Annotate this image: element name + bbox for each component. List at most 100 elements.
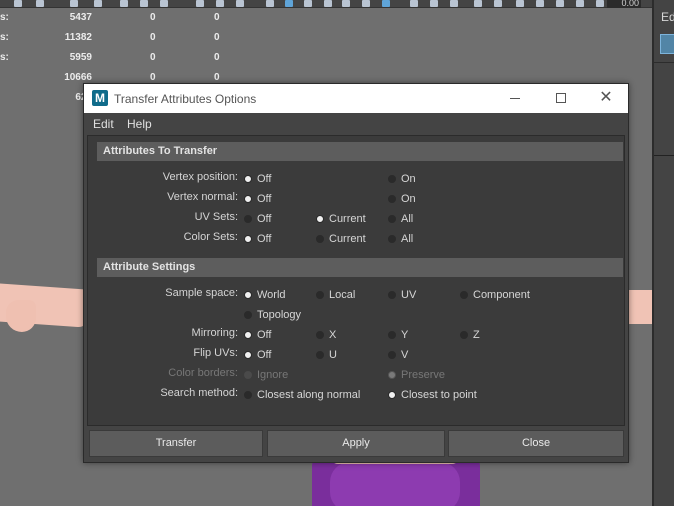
option-label: Topology [257,309,302,321]
hud-value: 0 [150,72,156,83]
toolbar-tool-icon[interactable] [556,0,564,7]
toolbar-tool-icon[interactable] [140,0,148,7]
toolbar-tool-icon[interactable] [576,0,584,7]
toolbar-tool-icon[interactable] [474,0,482,7]
radio-button[interactable] [244,291,252,299]
hud-value: 10666 [64,72,92,83]
toolbar-layers-icon[interactable] [410,0,418,7]
radio-button[interactable] [244,235,252,243]
radio-button[interactable] [244,195,252,203]
uv-sets-label: UV Sets: [194,211,238,223]
radio-button[interactable] [244,391,252,399]
side-panel-label[interactable]: Ed [661,10,674,24]
toolbar-tool-icon[interactable] [14,0,22,7]
toolbar-light-icon[interactable] [362,0,370,7]
option-label: Current [329,233,366,245]
side-panel-icon[interactable] [660,34,674,54]
toolbar-tool-icon[interactable] [382,0,390,7]
radio-button[interactable] [316,291,324,299]
options-content: Attributes To Transfer Vertex position: … [87,135,625,426]
toolbar-tool-icon[interactable] [36,0,44,7]
toolbar-tool-icon[interactable] [196,0,204,7]
maya-logo-icon: M [92,90,108,106]
radio-button[interactable] [244,331,252,339]
toolbar-tool-icon[interactable] [304,0,312,7]
toolbar-tool-icon[interactable] [94,0,102,7]
toolbar-tool-icon[interactable] [516,0,524,7]
toolbar-grid-icon[interactable] [120,0,128,7]
option-label: World [257,289,286,301]
toolbar-tool-icon[interactable] [266,0,274,7]
toolbar-tool-icon[interactable] [216,0,224,7]
radio-button[interactable] [388,291,396,299]
toolbar-tool-icon[interactable] [536,0,544,7]
transfer-attributes-dialog: M Transfer Attributes Options ✕ Edit Hel… [83,83,629,463]
option-label: Off [257,349,272,361]
toolbar-gear-icon[interactable] [596,0,604,7]
hud-label: s: [0,12,9,23]
radio-button[interactable] [388,235,396,243]
option-label: Off [257,193,272,205]
option-label: Z [473,329,480,341]
radio-button[interactable] [460,291,468,299]
menu-edit[interactable]: Edit [93,117,114,131]
apply-button[interactable]: Apply [267,430,445,457]
toolbar-tool-icon[interactable] [430,0,438,7]
toolbar-checker-icon[interactable] [342,0,350,7]
radio-button[interactable] [244,311,252,319]
toolbar-cube-icon[interactable] [285,0,293,7]
radio-button[interactable] [460,331,468,339]
radio-button[interactable] [316,331,324,339]
zoom-field[interactable]: 0.00 [607,0,641,8]
close-window-button[interactable]: ✕ [583,84,629,113]
toolbar-tool-icon[interactable] [494,0,502,7]
option-label: Y [401,329,409,341]
section-header-settings[interactable]: Attribute Settings [97,258,623,277]
minimize-button[interactable] [492,84,538,113]
radio-button[interactable] [388,331,396,339]
toolbar-tool-icon[interactable] [450,0,458,7]
option-label: On [401,193,416,205]
dialog-button-bar: Transfer Apply Close [84,429,628,462]
section-header-attributes[interactable]: Attributes To Transfer [97,142,623,161]
hud-label: s: [0,52,9,63]
hud-row: s: 5959 0 0 [0,52,230,72]
toolbar-tool-icon[interactable] [324,0,332,7]
transfer-button[interactable]: Transfer [89,430,263,457]
search-method-label: Search method: [160,387,238,399]
hud-value: 0 [150,12,156,23]
radio-button[interactable] [316,351,324,359]
radio-button[interactable] [388,391,396,399]
option-label: V [401,349,409,361]
attribute-editor-panel[interactable]: Ed [652,0,674,506]
option-label: On [401,173,416,185]
dialog-title: Transfer Attributes Options [114,92,257,106]
hud-value: 11382 [64,32,92,43]
radio-button[interactable] [388,175,396,183]
hud-value: 0 [214,12,220,23]
toolbar-tool-icon[interactable] [160,0,168,7]
radio-button[interactable] [388,215,396,223]
radio-button[interactable] [388,351,396,359]
viewport-toolbar: 0.00 [0,0,652,8]
option-label: X [329,329,337,341]
color-sets-label: Color Sets: [183,231,238,243]
radio-button[interactable] [244,215,252,223]
radio-button [244,371,252,379]
radio-button[interactable] [388,195,396,203]
option-label: Off [257,173,272,185]
option-label: Closest along normal [257,389,361,401]
maximize-button[interactable] [538,84,584,113]
radio-button[interactable] [244,351,252,359]
hud-value: 0 [150,32,156,43]
vertex-position-label: Vertex position: [162,171,238,183]
radio-button[interactable] [316,235,324,243]
menu-help[interactable]: Help [127,117,152,131]
close-button[interactable]: Close [448,430,624,457]
radio-button[interactable] [316,215,324,223]
toolbar-tool-icon[interactable] [70,0,78,7]
hud-value: 0 [214,72,220,83]
radio-button[interactable] [244,175,252,183]
toolbar-tool-icon[interactable] [236,0,244,7]
dialog-titlebar[interactable]: M Transfer Attributes Options ✕ [84,84,628,113]
